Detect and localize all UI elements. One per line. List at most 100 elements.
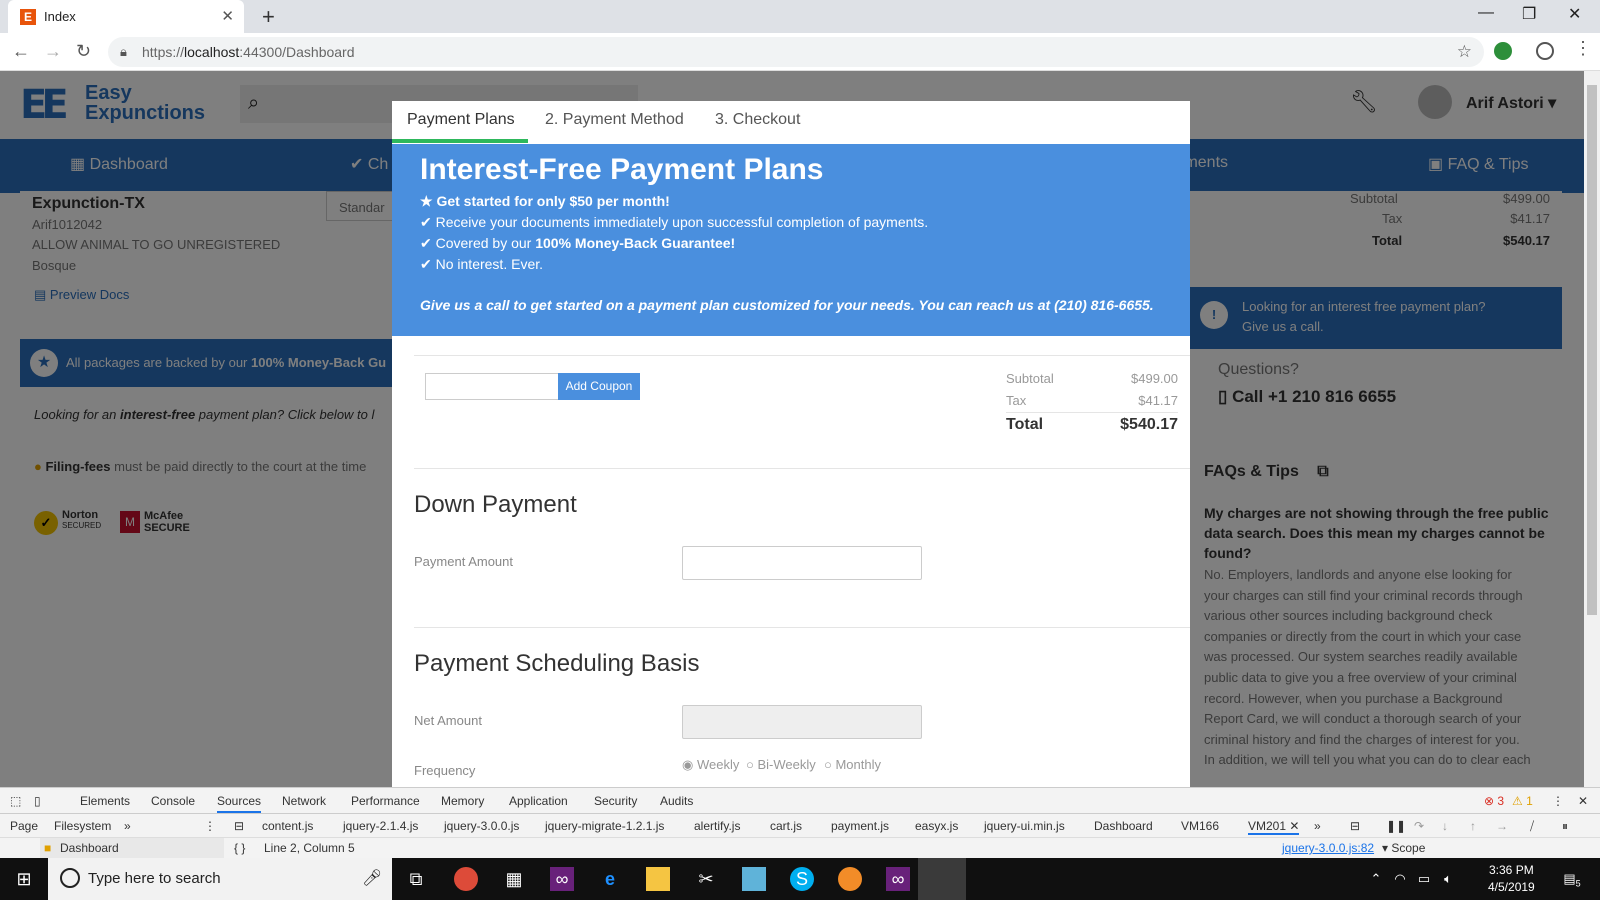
tray-chevron-icon[interactable]: ⌃ <box>1364 867 1388 891</box>
omnibox[interactable]: 🔒︎ https://localhost:44300/Dashboard ☆ <box>108 37 1484 67</box>
extension-icon[interactable] <box>1494 42 1512 60</box>
source-link[interactable]: jquery-3.0.0.js:82 <box>1282 841 1374 855</box>
volume-icon[interactable]: 🔈︎ <box>1436 867 1460 891</box>
back-icon[interactable]: ← <box>12 41 30 62</box>
more-files-icon[interactable]: » <box>1314 819 1321 833</box>
scrollbar-thumb[interactable] <box>1587 85 1597 615</box>
toggle-debugger-icon[interactable]: ⊟ <box>1350 819 1360 833</box>
file-tab[interactable]: easyx.js <box>915 819 958 833</box>
step-icon[interactable]: → <box>1496 819 1508 833</box>
windows-start-icon[interactable]: ⊞ <box>12 867 36 891</box>
device-toolbar-icon[interactable]: ▯ <box>34 794 41 808</box>
reload-icon[interactable]: ↻ <box>76 41 91 62</box>
firefox-icon[interactable] <box>838 867 862 891</box>
task-view-icon[interactable]: ⧉ <box>404 867 428 891</box>
bookmark-star-icon[interactable]: ☆ <box>1457 42 1472 62</box>
minimize-icon[interactable]: — <box>1478 4 1494 22</box>
file-tab[interactable]: VM166 <box>1181 819 1219 833</box>
devtools-tab-audits[interactable]: Audits <box>660 794 693 808</box>
pretty-print-icon[interactable]: { } <box>234 841 245 855</box>
coupon-input[interactable] <box>425 373 559 400</box>
scope-section[interactable]: ▾ Scope <box>1382 841 1425 855</box>
tab-payment-method[interactable]: 2. Payment Method <box>545 111 684 129</box>
toggle-navigator-icon[interactable]: ⊟ <box>234 819 244 833</box>
lock-icon: 🔒︎ <box>120 44 127 59</box>
devtools-tab-elements[interactable]: Elements <box>80 794 130 808</box>
taskbar-search[interactable]: Type here to search 🎤︎ <box>48 858 392 900</box>
new-tab-icon[interactable]: + <box>262 4 275 30</box>
check-icon: ✔ <box>420 214 432 230</box>
file-tab[interactable]: jquery-migrate-1.2.1.js <box>545 819 664 833</box>
devtools-close-icon[interactable]: ✕ <box>1578 794 1588 808</box>
devtools-tab-application[interactable]: Application <box>509 794 568 808</box>
profile-icon[interactable] <box>1536 42 1554 60</box>
file-tab[interactable]: jquery-3.0.0.js <box>444 819 519 833</box>
file-tab[interactable]: Dashboard <box>1094 819 1153 833</box>
devtools-tab-sources[interactable]: Sources <box>217 794 262 813</box>
devtools-tab-network[interactable]: Network <box>282 794 326 808</box>
clock[interactable]: 3:36 PM 4/5/2019 <box>1488 862 1535 896</box>
devtools-tab-console[interactable]: Console <box>151 794 195 808</box>
notifications-icon[interactable]: ▤5 <box>1560 867 1584 891</box>
devtools-tab-security[interactable]: Security <box>594 794 637 808</box>
payment-amount-input[interactable] <box>682 546 922 580</box>
file-tab[interactable]: content.js <box>262 819 313 833</box>
error-count[interactable]: ⊗ 3 <box>1484 794 1504 808</box>
summary-divider <box>1006 412 1178 413</box>
file-tab[interactable]: cart.js <box>770 819 802 833</box>
step-out-icon[interactable]: ↑ <box>1470 819 1476 833</box>
edge-icon[interactable]: e <box>598 867 622 891</box>
window-close-icon[interactable]: ✕ <box>1568 4 1581 24</box>
subtotal-value: $499.00 <box>1131 371 1178 386</box>
step-into-icon[interactable]: ↓ <box>1442 819 1448 833</box>
sources-menu-icon[interactable]: ⋮ <box>204 819 216 833</box>
frequency-monthly-radio[interactable]: ○ Monthly <box>824 757 881 772</box>
sources-nav-filesystem[interactable]: Filesystem <box>54 819 111 833</box>
devtools-tab-performance[interactable]: Performance <box>351 794 420 808</box>
visual-studio-2-icon[interactable]: ∞ <box>886 867 910 891</box>
skype-icon[interactable]: S <box>790 867 814 891</box>
tab-checkout[interactable]: 3. Checkout <box>715 111 800 129</box>
file-tab[interactable]: jquery-2.1.4.js <box>343 819 418 833</box>
file-tab[interactable]: alertify.js <box>694 819 740 833</box>
page-scrollbar[interactable] <box>1584 71 1600 787</box>
warning-count[interactable]: ⚠ 1 <box>1512 794 1533 808</box>
browser-tab-strip: E Index ✕ + — ❐ ✕ <box>0 0 1600 33</box>
battery-icon[interactable]: ▭ <box>1412 867 1436 891</box>
forward-icon[interactable]: → <box>44 41 62 62</box>
devtools-tab-memory[interactable]: Memory <box>441 794 484 808</box>
tab-payment-plans[interactable]: Payment Plans <box>407 111 515 129</box>
close-tab-icon[interactable]: ✕ <box>221 7 234 25</box>
browser-tab[interactable]: E Index ✕ <box>8 0 244 33</box>
active-app-slot[interactable] <box>918 858 966 900</box>
devtools-menu-icon[interactable]: ⋮ <box>1552 794 1564 808</box>
chrome-icon[interactable] <box>454 867 478 891</box>
file-tab[interactable]: payment.js <box>831 819 889 833</box>
more-tabs-icon[interactable]: » <box>124 819 131 833</box>
media-app-icon[interactable]: ▦ <box>502 867 526 891</box>
microphone-icon[interactable]: 🎤︎ <box>362 868 382 888</box>
frequency-biweekly-radio[interactable]: ○ Bi-Weekly <box>746 757 816 772</box>
file-explorer-icon[interactable] <box>646 867 670 891</box>
sources-nav-page[interactable]: Page <box>10 819 38 833</box>
inspect-icon[interactable]: ⬚ <box>10 794 21 808</box>
tools-icon[interactable]: ✂ <box>694 867 718 891</box>
frequency-weekly-radio[interactable]: ◉ Weekly <box>682 757 739 773</box>
deactivate-breakpoints-icon[interactable]: ⧸ <box>1530 819 1534 834</box>
navigator-tree-item[interactable]: ■ Dashboard <box>40 838 224 859</box>
file-tab-active[interactable]: VM201 ✕ <box>1248 819 1300 835</box>
app-icon[interactable] <box>742 867 766 891</box>
benefit-3: ✔ Covered by our 100% Money-Back Guarant… <box>420 235 736 251</box>
network-icon[interactable]: ◠ <box>1388 867 1412 891</box>
pause-on-exceptions-icon[interactable]: ⏸ <box>1562 819 1568 834</box>
visual-studio-icon[interactable]: ∞ <box>550 867 574 891</box>
menu-kebab-icon[interactable]: ⋮ <box>1574 38 1592 59</box>
pause-icon[interactable]: ❚❚ <box>1386 819 1406 833</box>
restore-icon[interactable]: ❐ <box>1522 4 1536 24</box>
file-tab[interactable]: jquery-ui.min.js <box>984 819 1065 833</box>
devtools-panel: ⬚ ▯ Elements Console Sources Network Per… <box>0 787 1600 859</box>
windows-taskbar: ⊞ Type here to search 🎤︎ ⧉ ▦ ∞ e ✂ S ∞ ⌃… <box>0 858 1600 900</box>
add-coupon-button[interactable]: Add Coupon <box>558 373 640 400</box>
step-over-icon[interactable]: ↷ <box>1414 819 1424 833</box>
sources-status-row: ■ Dashboard { } Line 2, Column 5 jquery-… <box>0 838 1600 859</box>
